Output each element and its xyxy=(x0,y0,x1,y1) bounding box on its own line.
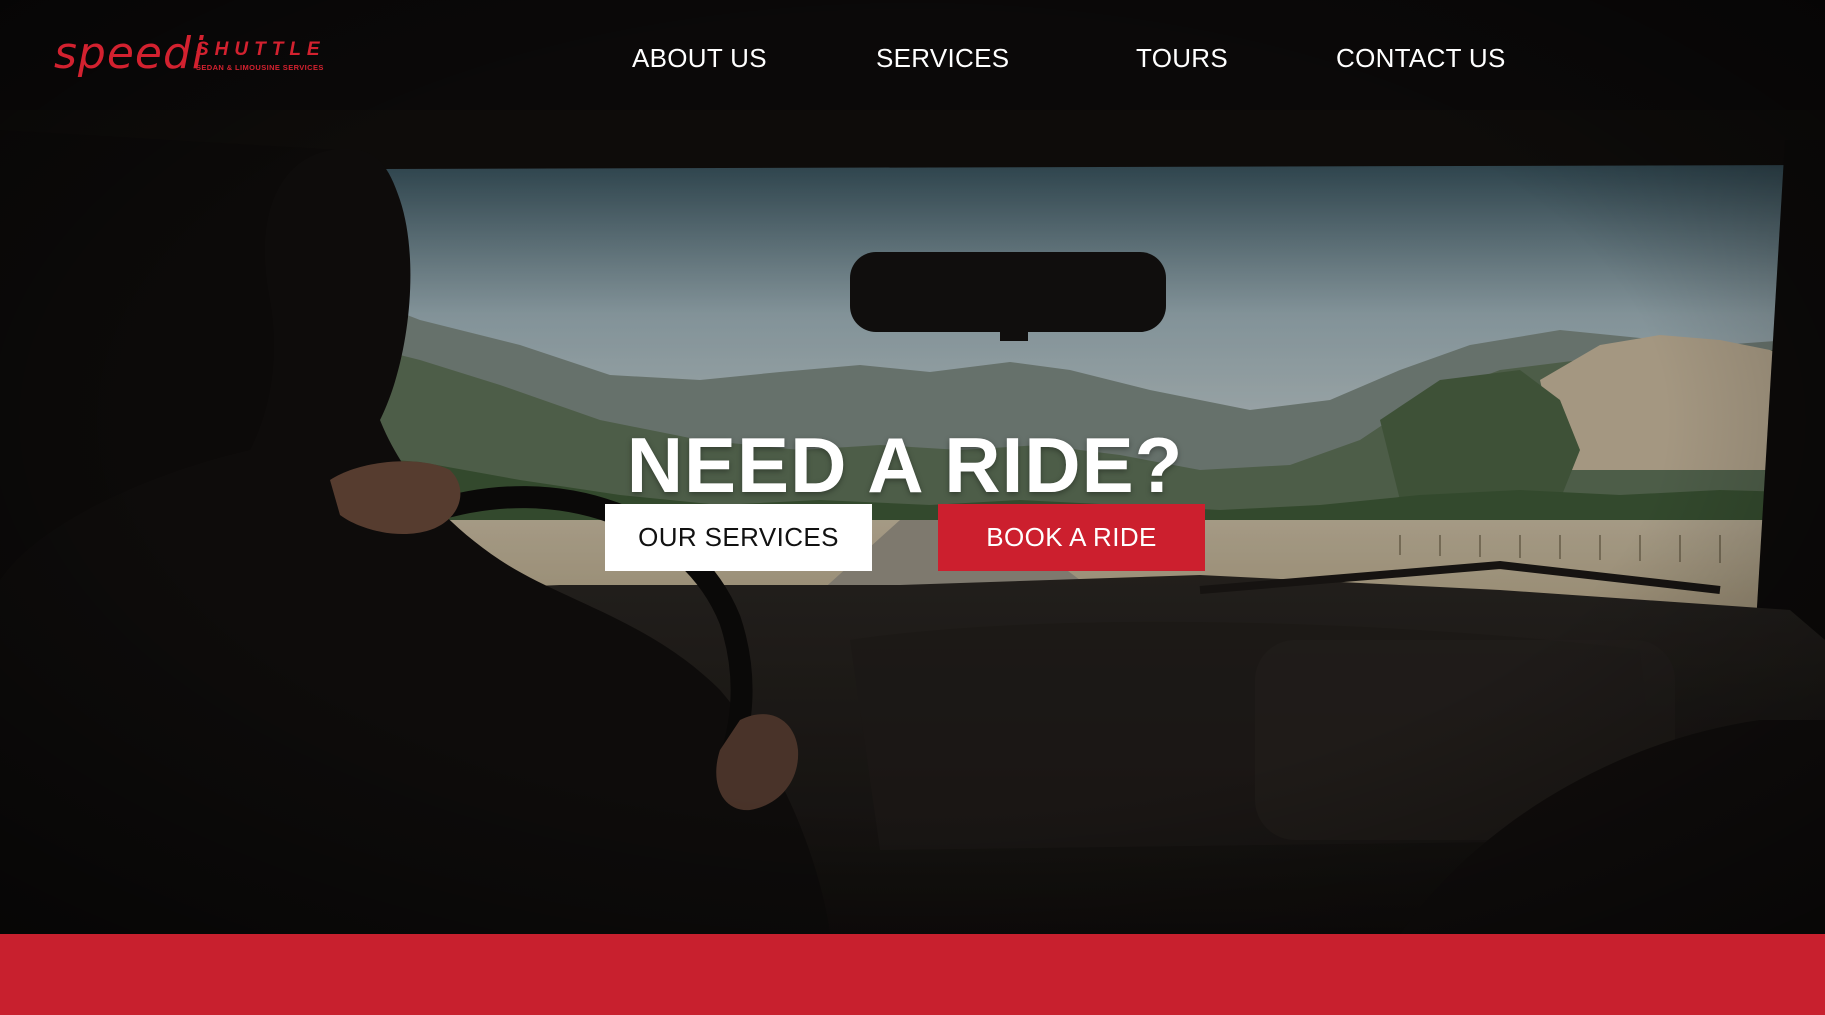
logo-tagline: SEDAN & LIMOUSINE SERVICES xyxy=(196,63,324,72)
nav-link-contact-us[interactable]: CONTACT US xyxy=(1336,40,1506,76)
brand-logo[interactable]: speedi SHUTTLE SEDAN & LIMOUSINE SERVICE… xyxy=(54,30,344,90)
nav-link-tours[interactable]: TOURS xyxy=(1136,40,1228,76)
logo-script-text: speedi xyxy=(54,28,206,79)
red-footer-band xyxy=(0,934,1825,1015)
nav-link-services[interactable]: SERVICES xyxy=(876,40,1009,76)
book-a-ride-button[interactable]: BOOK A RIDE xyxy=(938,504,1205,571)
top-navbar: speedi SHUTTLE SEDAN & LIMOUSINE SERVICE… xyxy=(0,0,1825,118)
page: speedi SHUTTLE SEDAN & LIMOUSINE SERVICE… xyxy=(0,0,1825,1015)
hero-headline: NEED A RIDE? xyxy=(626,421,1184,510)
logo-wordmark: SHUTTLE xyxy=(196,39,326,60)
our-services-button[interactable]: OUR SERVICES xyxy=(605,504,872,571)
nav-link-about-us[interactable]: ABOUT US xyxy=(632,40,767,76)
